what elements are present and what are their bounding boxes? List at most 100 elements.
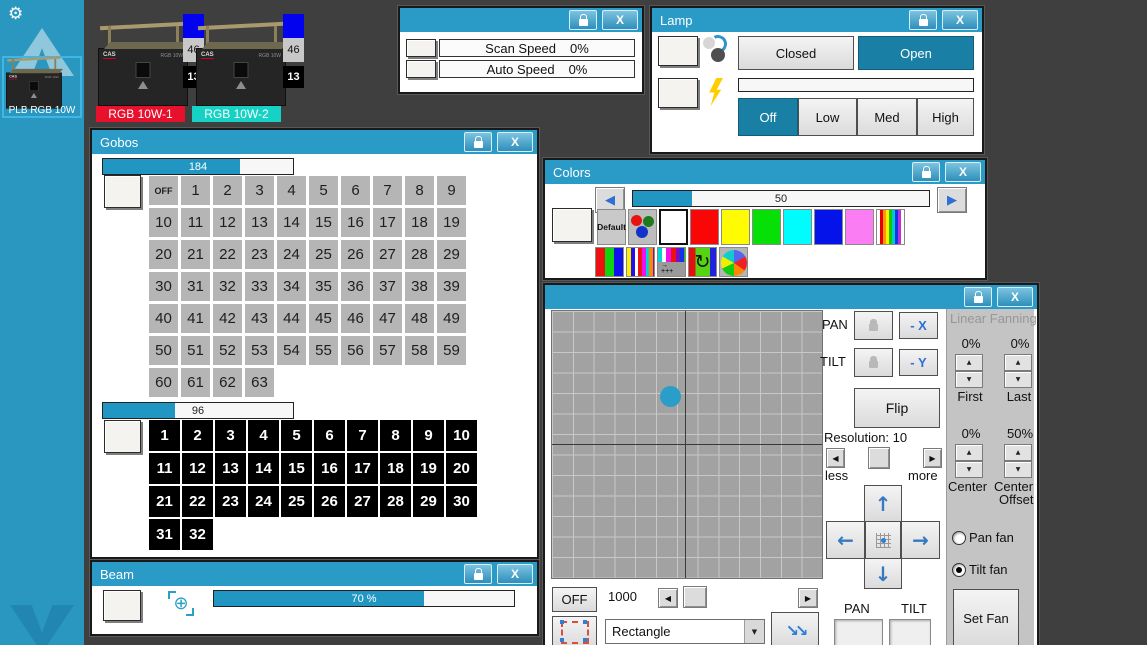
- gobo-button[interactable]: 16: [341, 208, 370, 237]
- scan-speed-toggle[interactable]: [406, 39, 436, 57]
- gobo-button[interactable]: 55: [309, 336, 338, 365]
- gobo2-button[interactable]: 30: [446, 486, 477, 517]
- tilt-lock-button[interactable]: [854, 348, 893, 377]
- gobo-button[interactable]: 63: [245, 368, 274, 397]
- gobo2-button[interactable]: 21: [149, 486, 180, 517]
- gobos-panel-titlebar[interactable]: Gobos X: [92, 130, 537, 154]
- gobo-button[interactable]: 8: [405, 176, 434, 205]
- first-down-spinner[interactable]: ▼: [955, 371, 983, 388]
- gobo-button[interactable]: 40: [149, 304, 178, 333]
- center-up-spinner[interactable]: ▲: [955, 444, 983, 461]
- gobo-button[interactable]: 60: [149, 368, 178, 397]
- gobo-button[interactable]: OFF: [149, 176, 178, 205]
- nudge-up-button[interactable]: ↑: [864, 485, 902, 522]
- flip-button[interactable]: Flip: [854, 388, 940, 428]
- shape-marquee-button[interactable]: [552, 616, 597, 645]
- gobo-button[interactable]: 1: [181, 176, 210, 205]
- gobo-button[interactable]: 14: [277, 208, 306, 237]
- pan-fan-radio[interactable]: [952, 531, 966, 545]
- gobo2-button[interactable]: 8: [380, 420, 411, 451]
- gobo2-button[interactable]: 4: [248, 420, 279, 451]
- pan-lock-button[interactable]: [854, 311, 893, 340]
- white-swatch[interactable]: [659, 209, 688, 245]
- last-up-spinner[interactable]: ▲: [1004, 354, 1032, 371]
- dimmer-toggle[interactable]: [658, 78, 698, 108]
- gobo2-button[interactable]: 29: [413, 486, 444, 517]
- gobo2-button[interactable]: 27: [347, 486, 378, 517]
- beam-slider[interactable]: 70 %: [213, 590, 515, 607]
- gobo2-button[interactable]: 1: [149, 420, 180, 451]
- gobo-button[interactable]: 42: [213, 304, 242, 333]
- gobo-button[interactable]: 61: [181, 368, 210, 397]
- close-button[interactable]: X: [497, 564, 533, 584]
- set-fan-button[interactable]: Set Fan: [953, 589, 1019, 645]
- position-dot[interactable]: [660, 386, 681, 407]
- chevron-down-icon[interactable]: [10, 605, 74, 645]
- lamp-low-button[interactable]: Low: [798, 98, 857, 136]
- colors-panel-titlebar[interactable]: Colors X: [545, 160, 985, 184]
- nudge-left-button[interactable]: ←: [826, 521, 865, 559]
- close-button[interactable]: X: [602, 10, 638, 30]
- lamp-panel-titlebar[interactable]: Lamp X: [652, 8, 982, 32]
- gobo-button[interactable]: 51: [181, 336, 210, 365]
- gobo2-button[interactable]: 22: [182, 486, 213, 517]
- gobo2-button[interactable]: 9: [413, 420, 444, 451]
- nudge-down-button[interactable]: ↓: [864, 558, 902, 589]
- gobo2-button[interactable]: 23: [215, 486, 246, 517]
- gobo2-button[interactable]: 26: [314, 486, 345, 517]
- nudge-right-button[interactable]: →: [901, 521, 940, 559]
- auto-speed-toggle[interactable]: [406, 60, 436, 78]
- gobo-button[interactable]: 15: [309, 208, 338, 237]
- shape-dropdown[interactable]: Rectangle ▼: [605, 619, 765, 644]
- lock-button[interactable]: [909, 10, 937, 30]
- gobo-button[interactable]: 36: [341, 272, 370, 301]
- speed-right-arrow[interactable]: ▶: [798, 588, 818, 608]
- speed-thumb[interactable]: [683, 586, 707, 608]
- gobo-button[interactable]: 3: [245, 176, 274, 205]
- gobo2-button[interactable]: 16: [314, 453, 345, 484]
- position-panel-titlebar[interactable]: X: [545, 285, 1037, 309]
- gobo2-button[interactable]: 7: [347, 420, 378, 451]
- pan-tilt-grid[interactable]: [551, 310, 823, 579]
- gobo-button[interactable]: 59: [437, 336, 466, 365]
- scan-speed-bar[interactable]: Scan Speed 0%: [439, 39, 635, 57]
- gobo-button[interactable]: 5: [309, 176, 338, 205]
- center-down-spinner[interactable]: ▼: [955, 461, 983, 478]
- gobo-button[interactable]: 19: [437, 208, 466, 237]
- rgb-stripes-swatch[interactable]: [595, 247, 624, 277]
- fixture-1-label[interactable]: RGB 10W-1: [96, 106, 185, 122]
- gobo-button[interactable]: 52: [213, 336, 242, 365]
- gobo2-toggle[interactable]: [104, 420, 141, 453]
- close-button[interactable]: X: [997, 287, 1033, 307]
- fixture-thumbnail[interactable]: CAS RGB 10W PLB RGB 10W: [2, 56, 82, 118]
- default-color-button[interactable]: Default: [597, 209, 626, 245]
- pan-value-field[interactable]: [834, 619, 883, 645]
- gobo-button[interactable]: 7: [373, 176, 402, 205]
- center-position-button[interactable]: [865, 521, 901, 559]
- red-swatch[interactable]: [690, 209, 719, 245]
- gobo-button[interactable]: 54: [277, 336, 306, 365]
- green-swatch[interactable]: [752, 209, 781, 245]
- color-slider[interactable]: 50: [632, 190, 930, 207]
- cyan-swatch[interactable]: [783, 209, 812, 245]
- gobo2-button[interactable]: 31: [149, 519, 180, 550]
- color-cycle-swatch[interactable]: [688, 247, 717, 277]
- dimmer-slider[interactable]: [738, 78, 974, 92]
- gobo-button[interactable]: 48: [405, 304, 434, 333]
- gobo2-button[interactable]: 14: [248, 453, 279, 484]
- gobo-button[interactable]: 34: [277, 272, 306, 301]
- resolution-less-arrow[interactable]: ◀: [826, 448, 845, 468]
- gobo-button[interactable]: 21: [181, 240, 210, 269]
- gobo-button[interactable]: 32: [213, 272, 242, 301]
- auto-speed-bar[interactable]: Auto Speed 0%: [439, 60, 635, 78]
- gobo-button[interactable]: 31: [181, 272, 210, 301]
- gobo-button[interactable]: 17: [373, 208, 402, 237]
- gobo2-button[interactable]: 5: [281, 420, 312, 451]
- fixture-1-image[interactable]: CAS RGB 10W: [98, 18, 190, 106]
- gobo-button[interactable]: 33: [245, 272, 274, 301]
- lock-button[interactable]: [464, 564, 492, 584]
- gobo-button[interactable]: 4: [277, 176, 306, 205]
- gobo-button[interactable]: 35: [309, 272, 338, 301]
- gobo-button[interactable]: 11: [181, 208, 210, 237]
- gobo-button[interactable]: 53: [245, 336, 274, 365]
